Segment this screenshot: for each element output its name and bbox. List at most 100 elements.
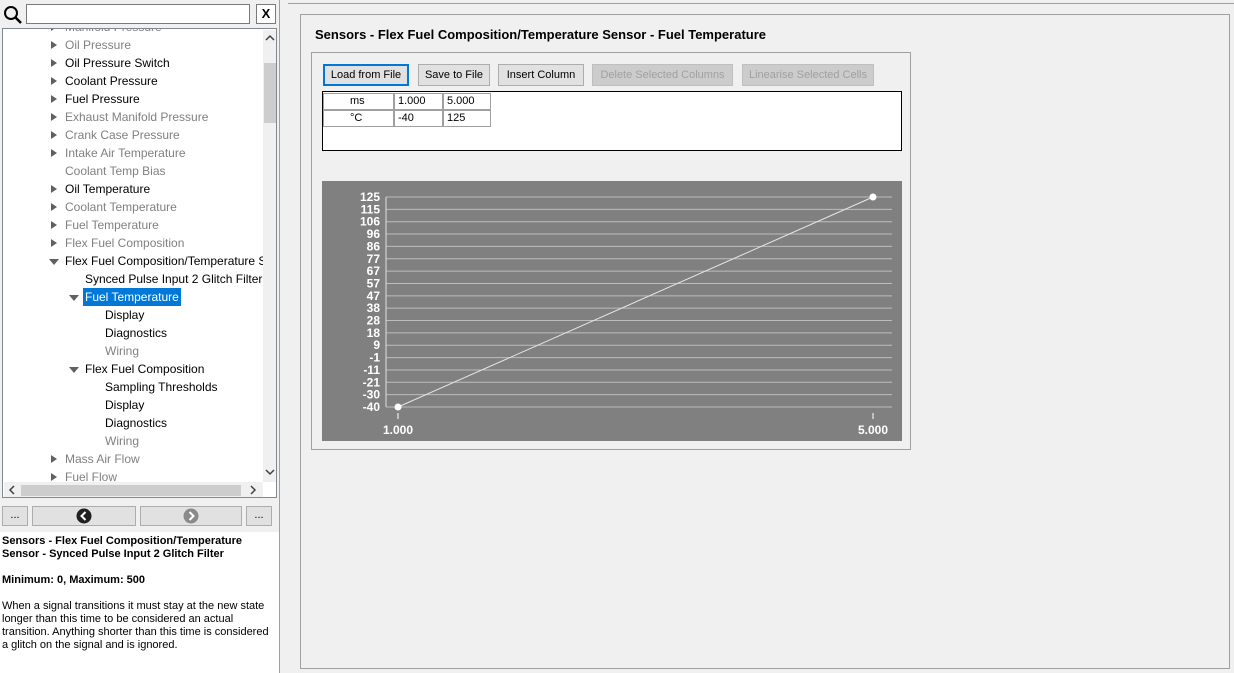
tree-item-label: Display bbox=[105, 308, 145, 322]
vertical-scroll-thumb[interactable] bbox=[264, 63, 276, 123]
grid-cell[interactable]: 5.000 bbox=[443, 93, 491, 110]
tree-item-label: Oil Temperature bbox=[65, 182, 151, 196]
tree-item[interactable]: Coolant Temp Bias bbox=[3, 162, 261, 180]
collapse-arrow-icon[interactable] bbox=[47, 72, 61, 90]
tree-item-label: Manifold Pressure bbox=[63, 29, 164, 36]
search-input[interactable] bbox=[26, 4, 250, 24]
description-panel: Sensors - Flex Fuel Composition/Temperat… bbox=[0, 532, 279, 673]
tree-item[interactable]: Sampling Thresholds bbox=[3, 378, 261, 396]
collapse-arrow-icon[interactable] bbox=[47, 144, 61, 162]
grid-cell[interactable]: 1.000 bbox=[394, 93, 443, 110]
delete-selected-columns-button[interactable]: Delete Selected Columns bbox=[592, 64, 733, 86]
collapse-arrow-icon[interactable] bbox=[47, 198, 61, 216]
expand-arrow-icon[interactable] bbox=[67, 360, 81, 378]
grid-cell[interactable]: -40 bbox=[394, 110, 443, 127]
insert-column-button[interactable]: Insert Column bbox=[498, 64, 584, 86]
tree-item-label: Fuel Temperature bbox=[83, 288, 181, 306]
expand-arrow-icon[interactable] bbox=[67, 288, 81, 306]
tree-item-label: Fuel Pressure bbox=[65, 92, 140, 106]
data-point bbox=[394, 403, 402, 411]
linearise-selected-cells-button[interactable]: Linearise Selected Cells bbox=[742, 64, 874, 86]
chevron-down-icon[interactable] bbox=[264, 466, 276, 478]
back-button[interactable] bbox=[32, 506, 136, 526]
tree-item-label: Exhaust Manifold Pressure bbox=[65, 110, 209, 124]
tree-item[interactable]: Display bbox=[3, 306, 261, 324]
grid-cell[interactable]: 125 bbox=[443, 110, 491, 127]
expand-arrow-icon[interactable] bbox=[47, 252, 61, 270]
tree-item[interactable]: Manifold Pressure bbox=[3, 29, 261, 36]
x-tick-label: 1.000 bbox=[383, 423, 413, 437]
arrow-left-circle-icon bbox=[76, 508, 92, 524]
panel-splitter[interactable] bbox=[279, 0, 288, 673]
description-title: Sensors - Flex Fuel Composition/Temperat… bbox=[2, 535, 243, 560]
x-tick-label: 5.000 bbox=[858, 423, 888, 437]
tree-item-label: Diagnostics bbox=[105, 416, 168, 430]
tree-item[interactable]: Fuel Temperature bbox=[3, 288, 261, 306]
tree-item-label: Wiring bbox=[105, 434, 140, 448]
tree-item[interactable]: Synced Pulse Input 2 Glitch Filter bbox=[3, 270, 262, 288]
more-left-button[interactable]: ... bbox=[2, 506, 28, 526]
load-from-file-button[interactable]: Load from File bbox=[323, 64, 409, 86]
tree-item-label: Oil Pressure Switch bbox=[65, 56, 170, 70]
page-title: Sensors - Flex Fuel Composition/Temperat… bbox=[315, 27, 767, 42]
tree-item[interactable]: Oil Pressure bbox=[3, 36, 261, 54]
forward-button[interactable] bbox=[140, 506, 242, 526]
clear-search-button[interactable]: X bbox=[256, 4, 276, 24]
tree-item-label: Coolant Temp Bias bbox=[65, 164, 166, 178]
tree-item[interactable]: Mass Air Flow bbox=[3, 450, 261, 468]
temperature-chart[interactable]: 1251151069686776757473828189-1-11-21-30-… bbox=[322, 181, 902, 441]
chevron-left-icon[interactable] bbox=[6, 484, 18, 496]
tree-item-label: Fuel Temperature bbox=[65, 218, 159, 232]
collapse-arrow-icon[interactable] bbox=[47, 29, 61, 36]
tree-item-label: Wiring bbox=[105, 344, 140, 358]
tree-item[interactable]: Oil Pressure Switch bbox=[3, 54, 261, 72]
search-icon[interactable] bbox=[3, 5, 23, 25]
tree-item-label: Coolant Temperature bbox=[65, 200, 177, 214]
tree-item[interactable]: Diagnostics bbox=[3, 414, 261, 432]
tree-item[interactable]: Flex Fuel Composition bbox=[3, 234, 261, 252]
tree-item[interactable]: Display bbox=[3, 396, 261, 414]
tree-item-label: Diagnostics bbox=[105, 326, 168, 340]
chevron-up-icon[interactable] bbox=[264, 32, 276, 44]
horizontal-scroll-thumb[interactable] bbox=[21, 485, 241, 496]
collapse-arrow-icon[interactable] bbox=[47, 36, 61, 54]
data-point bbox=[869, 193, 877, 201]
collapse-arrow-icon[interactable] bbox=[47, 108, 61, 126]
tree-item[interactable]: Oil Temperature bbox=[3, 180, 261, 198]
arrow-right-circle-icon bbox=[183, 508, 199, 524]
tree-item-label: Flex Fuel Composition bbox=[65, 236, 185, 250]
collapse-arrow-icon[interactable] bbox=[47, 234, 61, 252]
tree-item[interactable]: Coolant Temperature bbox=[3, 198, 261, 216]
collapse-arrow-icon[interactable] bbox=[47, 180, 61, 198]
save-to-file-button[interactable]: Save to File bbox=[418, 64, 490, 86]
series-line bbox=[397, 196, 874, 408]
description-range: Minimum: 0, Maximum: 500 bbox=[2, 574, 146, 586]
collapse-arrow-icon[interactable] bbox=[47, 450, 61, 468]
tree-item-label: Coolant Pressure bbox=[65, 74, 158, 88]
settings-tree[interactable]: Manifold Pressure Oil Pressure Oil Pressur… bbox=[2, 28, 277, 498]
row-header-celsius[interactable]: °C bbox=[323, 110, 394, 127]
tree-item[interactable]: Wiring bbox=[3, 342, 261, 360]
chevron-right-icon[interactable] bbox=[247, 484, 259, 496]
collapse-arrow-icon[interactable] bbox=[47, 54, 61, 72]
tree-item[interactable]: Fuel Temperature bbox=[3, 216, 261, 234]
collapse-arrow-icon[interactable] bbox=[47, 216, 61, 234]
row-header-ms[interactable]: ms bbox=[323, 93, 394, 110]
description-text: When a signal transitions it must stay a… bbox=[2, 600, 269, 651]
tree-item[interactable]: Flex Fuel Composition bbox=[3, 360, 261, 378]
more-right-button[interactable]: ... bbox=[246, 506, 272, 526]
tree-item-label: Intake Air Temperature bbox=[65, 146, 186, 160]
tree-item[interactable]: Intake Air Temperature bbox=[3, 144, 261, 162]
tree-item[interactable]: Flex Fuel Composition/Temperature Sensor bbox=[3, 252, 276, 270]
tree-item[interactable]: Diagnostics bbox=[3, 324, 261, 342]
tree-item[interactable]: Wiring bbox=[3, 432, 261, 450]
tree-item[interactable]: Coolant Pressure bbox=[3, 72, 261, 90]
tab-strip bbox=[288, 0, 1234, 4]
collapse-arrow-icon[interactable] bbox=[47, 126, 61, 144]
tree-item[interactable]: Fuel Pressure bbox=[3, 90, 261, 108]
collapse-arrow-icon[interactable] bbox=[47, 90, 61, 108]
tree-item[interactable]: Crank Case Pressure bbox=[3, 126, 261, 144]
tree-item-label: Flex Fuel Composition bbox=[85, 362, 205, 376]
tree-item[interactable]: Exhaust Manifold Pressure bbox=[3, 108, 261, 126]
tree-item-label: Display bbox=[105, 398, 145, 412]
